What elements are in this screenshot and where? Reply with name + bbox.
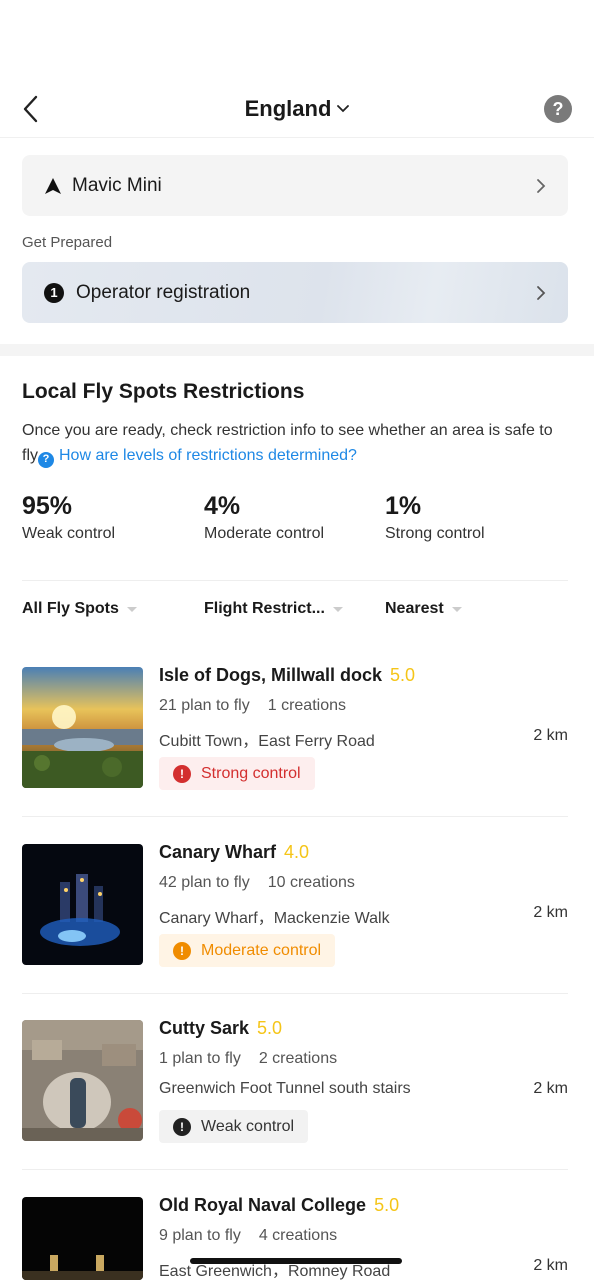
filter-bar: All Fly Spots Flight Restrict... Nearest: [22, 600, 568, 622]
stat-strong: 1% Strong control: [385, 492, 485, 543]
spot-stats: 21 plan to fly 1 creations: [159, 697, 346, 714]
home-indicator[interactable]: [190, 1258, 402, 1264]
chevron-down-icon: [337, 104, 350, 112]
spot-name: Cutty Sark 5.0: [159, 1018, 283, 1038]
back-button[interactable]: [18, 94, 42, 124]
spot-rating: 4.0: [284, 842, 310, 862]
section-divider: [0, 344, 594, 356]
control-badge: ! Moderate control: [159, 934, 336, 967]
stat-value: 4%: [204, 492, 241, 520]
divider: [22, 993, 568, 994]
step-number-badge: 1: [44, 282, 64, 303]
status-bar: [0, 0, 594, 80]
stat-value: 95%: [22, 492, 73, 520]
fly-spot-item[interactable]: Cutty Sark 5.0 1 plan to fly 2 creations G…: [22, 1018, 568, 1170]
spot-stats: 1 plan to fly 2 creations: [159, 1050, 338, 1067]
spot-photo-cutty-sark: [22, 1020, 143, 1141]
filter-label: All Fly Spots: [22, 600, 119, 617]
chevron-right-icon: [537, 285, 546, 300]
spot-name: Old Royal Naval College 5.0: [159, 1197, 400, 1215]
control-label: Strong control: [201, 764, 301, 782]
control-badge: ! Weak control: [159, 1110, 309, 1143]
spot-address: Greenwich Foot Tunnel south stairs: [159, 1080, 411, 1097]
restriction-stats: 95% Weak control 4% Moderate control 1% …: [22, 492, 568, 552]
restrictions-title: Local Fly Spots Restrictions: [22, 380, 305, 403]
spot-distance: 2 km: [533, 1080, 568, 1097]
spot-stats: 42 plan to fly 10 creations: [159, 874, 355, 891]
stat-weak: 95% Weak control: [22, 492, 115, 543]
spot-rating: 5.0: [390, 665, 416, 685]
drone-name: Mavic Mini: [72, 174, 162, 196]
restriction-levels-link[interactable]: How are levels of restrictions determine…: [59, 447, 357, 464]
nav-bar: England ?: [0, 80, 594, 138]
page-title: England: [244, 95, 332, 121]
filter-label: Flight Restrict...: [204, 600, 325, 617]
get-prepared-heading: Get Prepared: [22, 234, 113, 251]
chevron-right-icon: [537, 178, 546, 193]
stat-label: Moderate control: [204, 525, 325, 542]
exclamation-icon: !: [173, 764, 191, 783]
exclamation-icon: !: [173, 1117, 191, 1136]
caret-down-icon: [126, 606, 137, 612]
filter-sort-nearest[interactable]: Nearest: [385, 600, 462, 618]
region-selector[interactable]: England: [245, 96, 350, 122]
exclamation-icon: !: [173, 941, 191, 960]
spot-distance: 2 km: [533, 904, 568, 921]
spot-distance: 2 km: [533, 727, 568, 744]
spot-rating: 5.0: [257, 1018, 283, 1038]
restrictions-description: Once you are ready, check restriction in…: [22, 418, 572, 468]
spot-rating: 5.0: [374, 1197, 400, 1215]
stat-value: 1%: [385, 492, 422, 520]
help-icon[interactable]: ?: [544, 95, 572, 123]
divider: [22, 816, 568, 817]
caret-down-icon: [451, 606, 462, 612]
control-label: Weak control: [201, 1117, 295, 1135]
fly-spot-item[interactable]: Isle of Dogs, Millwall dock 5.0 21 plan t…: [22, 665, 568, 817]
fly-spot-item[interactable]: Old Royal Naval College 5.0 9 plan to fly…: [22, 1197, 568, 1280]
step-label: Operator registration: [76, 281, 251, 303]
spot-photo-old-royal-naval-college: [22, 1197, 143, 1280]
filter-flight-restriction[interactable]: Flight Restrict...: [204, 600, 343, 618]
fly-spot-item[interactable]: Canary Wharf 4.0 42 plan to fly 10 creatio…: [22, 842, 568, 994]
spot-stats: 9 plan to fly 4 creations: [159, 1227, 338, 1244]
stat-label: Weak control: [22, 525, 116, 542]
spot-distance: 2 km: [533, 1257, 568, 1274]
control-label: Moderate control: [201, 941, 322, 959]
spot-address: Cubitt Town，East Ferry Road: [159, 733, 375, 750]
stat-label: Strong control: [385, 525, 485, 542]
chevron-left-icon: [23, 95, 38, 123]
divider: [22, 1169, 568, 1170]
question-icon[interactable]: ?: [38, 451, 54, 468]
operator-registration-card[interactable]: 1 Operator registration: [22, 262, 568, 323]
spot-photo-canary-wharf: [22, 844, 143, 965]
spot-photo-isle-of-dogs: [22, 667, 143, 788]
caret-down-icon: [332, 606, 343, 612]
navigation-arrow-icon: [45, 177, 61, 194]
spot-name: Isle of Dogs, Millwall dock 5.0: [159, 665, 416, 685]
spot-name: Canary Wharf 4.0: [159, 842, 310, 862]
divider: [22, 580, 568, 581]
drone-selector[interactable]: Mavic Mini: [22, 155, 568, 216]
spot-address: Canary Wharf，Mackenzie Walk: [159, 910, 390, 927]
filter-label: Nearest: [385, 600, 444, 617]
stat-moderate: 4% Moderate control: [204, 492, 324, 543]
filter-all-spots[interactable]: All Fly Spots: [22, 600, 137, 618]
control-badge: ! Strong control: [159, 757, 315, 790]
